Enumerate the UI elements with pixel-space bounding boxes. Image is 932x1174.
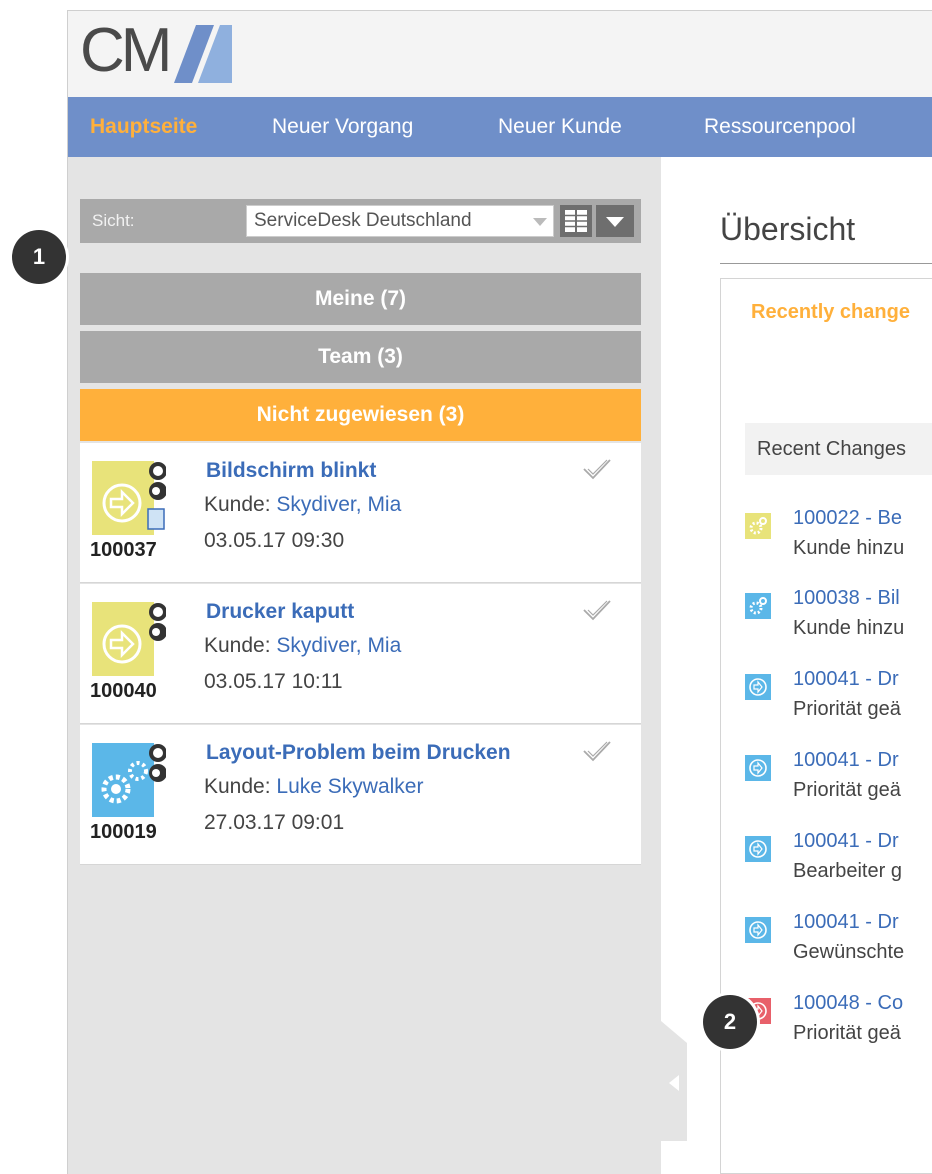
ticket-title[interactable]: Bildschirm blinkt: [206, 459, 376, 483]
recent-item[interactable]: 100048 - Co Priorität geä: [745, 992, 932, 1062]
callout-marker-2: 2: [703, 995, 757, 1049]
gears-icon: [745, 513, 771, 539]
customer-link[interactable]: Skydiver, Mia: [276, 493, 401, 516]
recent-item-title[interactable]: 100038 - Bil: [793, 587, 900, 610]
recent-item[interactable]: 100041 - Dr Bearbeiter g: [745, 830, 932, 900]
customer-link[interactable]: Luke Skywalker: [276, 775, 423, 798]
ticket-id: 100019: [90, 821, 157, 843]
recent-item-title[interactable]: 100041 - Dr: [793, 668, 899, 691]
ticket-date: 27.03.17 09:01: [204, 811, 345, 834]
main-nav: Hauptseite Neuer Vorgang Neuer Kunde Res…: [68, 97, 932, 157]
nav-hauptseite[interactable]: Hauptseite: [90, 97, 197, 157]
nav-neuer-vorgang[interactable]: Neuer Vorgang: [272, 97, 413, 157]
app-window: CM Hauptseite Neuer Vorgang Neuer Kunde …: [67, 10, 932, 1174]
arrow-circle-icon: [92, 461, 166, 535]
customer-label: Kunde:: [204, 493, 271, 516]
nav-neuer-kunde[interactable]: Neuer Kunde: [498, 97, 622, 157]
group-nicht-zugewiesen[interactable]: Nicht zugewiesen (3): [80, 389, 641, 441]
arrow-circle-icon: [745, 917, 771, 943]
arrow-circle-icon: [745, 836, 771, 862]
recent-item-desc: Priorität geä: [793, 1022, 901, 1044]
view-bar: Sicht: ServiceDesk Deutschland: [80, 199, 641, 243]
ticket-customer: Kunde: Luke Skywalker: [204, 775, 423, 799]
sidebar: Sicht: ServiceDesk Deutschland Meine (7)…: [68, 157, 661, 1174]
page-title: Übersicht: [720, 211, 856, 247]
ticket-item[interactable]: 100019 Layout-Problem beim Drucken Kunde…: [80, 725, 641, 865]
arrow-circle-icon: [745, 755, 771, 781]
logo-mark-icon: [174, 25, 233, 83]
gears-icon: [745, 593, 771, 619]
ticket-item[interactable]: 100040 Drucker kaputt Kunde: Skydiver, M…: [80, 584, 641, 724]
recent-item[interactable]: 100041 - Dr Priorität geä: [745, 749, 932, 819]
recent-item-title[interactable]: 100041 - Dr: [793, 749, 899, 772]
recent-changes-header: Recent Changes: [745, 423, 932, 475]
ticket-id: 100037: [90, 539, 157, 561]
title-divider: [720, 263, 932, 264]
gears-icon: [92, 743, 166, 817]
grid-view-button[interactable]: [560, 205, 592, 237]
ticket-date: 03.05.17 10:11: [204, 670, 343, 693]
view-select[interactable]: ServiceDesk Deutschland: [246, 205, 554, 237]
check-icon[interactable]: [582, 739, 612, 763]
recent-item[interactable]: 100041 - Dr Priorität geä: [745, 668, 932, 738]
callout-marker-1: 1: [12, 230, 66, 284]
view-select-value: ServiceDesk Deutschland: [254, 210, 472, 231]
recent-item-title[interactable]: 100041 - Dr: [793, 830, 899, 853]
ticket-title[interactable]: Drucker kaputt: [206, 600, 354, 624]
customer-link[interactable]: Skydiver, Mia: [276, 634, 401, 657]
recent-item-title[interactable]: 100022 - Be: [793, 507, 902, 530]
recent-panel: Recently change Recent Changes 100022 - …: [720, 278, 932, 1174]
recent-item-desc: Gewünschte: [793, 941, 905, 963]
grid-icon: [565, 210, 587, 232]
group-meine[interactable]: Meine (7): [80, 273, 641, 325]
chevron-down-icon: [533, 218, 547, 226]
recent-item-title[interactable]: 100048 - Co: [793, 992, 903, 1015]
arrow-circle-icon: [92, 602, 166, 676]
recent-item[interactable]: 100041 - Dr Gewünschte: [745, 911, 932, 981]
logo-text: CM: [80, 16, 172, 85]
view-options-button[interactable]: [596, 205, 634, 237]
ticket-customer: Kunde: Skydiver, Mia: [204, 634, 401, 658]
recent-item-desc: Kunde hinzu: [793, 537, 905, 559]
customer-label: Kunde:: [204, 634, 271, 657]
recent-item[interactable]: 100038 - Bil Kunde hinzu: [745, 587, 932, 657]
ticket-title[interactable]: Layout-Problem beim Drucken: [206, 741, 511, 765]
recent-item-title[interactable]: 100041 - Dr: [793, 911, 899, 934]
recent-item-desc: Bearbeiter g: [793, 860, 902, 882]
view-label: Sicht:: [92, 211, 135, 230]
ticket-date: 03.05.17 09:30: [204, 529, 345, 552]
nav-ressourcenpool[interactable]: Ressourcenpool: [704, 97, 856, 157]
panel-heading: Recently change: [751, 301, 910, 323]
check-icon[interactable]: [582, 457, 612, 481]
ticket-customer: Kunde: Skydiver, Mia: [204, 493, 401, 517]
arrow-circle-icon: [745, 674, 771, 700]
ticket-item[interactable]: 100037 Bildschirm blinkt Kunde: Skydiver…: [80, 443, 641, 583]
customer-label: Kunde:: [204, 775, 271, 798]
recent-item[interactable]: 100022 - Be Kunde hinzu: [745, 507, 932, 577]
recent-item-desc: Kunde hinzu: [793, 617, 905, 639]
collapse-handle[interactable]: [661, 1021, 687, 1141]
header: CM: [68, 11, 932, 97]
check-icon[interactable]: [582, 598, 612, 622]
recent-item-desc: Priorität geä: [793, 698, 901, 720]
ticket-id: 100040: [90, 680, 157, 702]
logo[interactable]: CM: [80, 16, 233, 85]
recent-item-desc: Priorität geä: [793, 779, 901, 801]
group-team[interactable]: Team (3): [80, 331, 641, 383]
